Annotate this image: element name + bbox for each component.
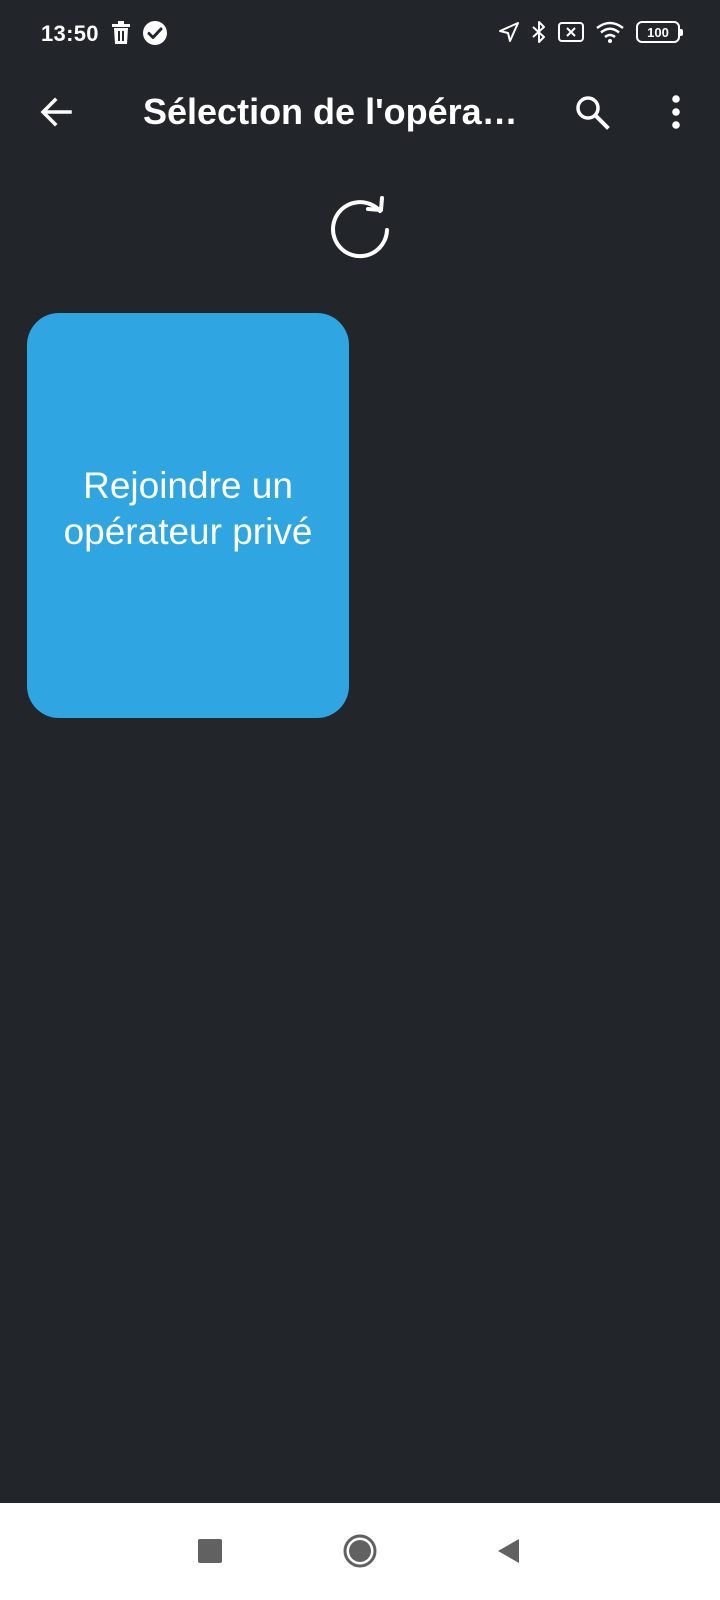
bluetooth-icon [531,20,547,44]
battery-level: 100 [647,24,669,40]
app-bar: Sélection de l'opérateur [0,70,720,156]
status-left-icons [110,20,168,46]
search-icon [576,96,610,130]
system-nav-bar [0,1503,720,1600]
arrow-back-icon [40,97,72,127]
wifi-icon [595,20,625,44]
recents-square-icon[interactable] [198,1539,222,1563]
check-circle-icon [142,20,168,46]
no-sim-icon [558,21,584,43]
status-bar: 13:50 100 [0,0,720,70]
trash-icon [110,21,132,45]
more-vertical-icon [672,95,680,129]
more-options-button[interactable] [650,86,702,138]
refresh-button[interactable] [322,192,398,268]
search-button[interactable] [566,86,618,138]
back-button[interactable] [30,86,82,138]
refresh-icon [331,196,389,259]
status-time: 13:50 [41,21,99,46]
home-circle-icon[interactable] [342,1533,378,1569]
back-triangle-icon[interactable] [494,1537,522,1565]
join-private-operator-card[interactable]: Rejoindre un opérateur privé [27,313,349,718]
card-label: Rejoindre un opérateur privé [63,464,313,552]
status-right-icons: 100 [498,20,683,44]
page-title: Sélection de l'opérateur [143,91,523,132]
navigation-arrow-icon [498,21,520,43]
battery-icon: 100 [636,21,683,43]
